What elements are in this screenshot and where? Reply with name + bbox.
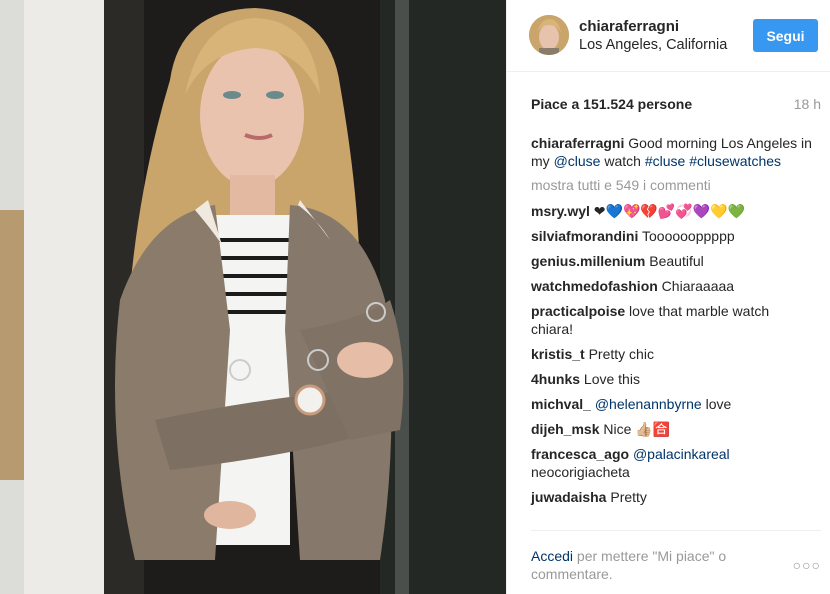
comment-username[interactable]: juwadaisha bbox=[531, 489, 606, 505]
comment-item: francesca_ago @palacinkareal neocorigiac… bbox=[531, 445, 815, 481]
comment-username[interactable]: practicalpoise bbox=[531, 303, 625, 319]
comment-text: Nice 👍🏼🈴 bbox=[599, 421, 671, 437]
caption-username[interactable]: chiaraferragni bbox=[531, 135, 624, 151]
post-author-username[interactable]: chiaraferragni bbox=[579, 18, 679, 35]
post-location[interactable]: Los Angeles, California bbox=[579, 37, 727, 53]
comment-item: watchmedofashion Chiaraaaaa bbox=[531, 277, 815, 295]
login-link[interactable]: Accedi bbox=[531, 548, 573, 564]
comment-username[interactable]: michval_ bbox=[531, 396, 591, 412]
comment-item: 4hunks Love this bbox=[531, 370, 815, 388]
comment-text: Chiaraaaaa bbox=[657, 278, 735, 294]
post-footer: Accedi per mettere "Mi piace" o commenta… bbox=[531, 530, 821, 582]
comment-item: michval_ @helenannbyrne love bbox=[531, 395, 815, 413]
post-header: chiaraferragni Los Angeles, California S… bbox=[507, 0, 830, 72]
comments-list: chiaraferragni Good morning Los Angeles … bbox=[531, 134, 815, 513]
comment-item: practicalpoise love that marble watch ch… bbox=[531, 302, 815, 338]
comment-item: genius.millenium Beautiful bbox=[531, 252, 815, 270]
follow-button[interactable]: Segui bbox=[753, 19, 818, 52]
post-caption: chiaraferragni Good morning Los Angeles … bbox=[531, 134, 815, 170]
comment-text: Love this bbox=[580, 371, 640, 387]
comment-username[interactable]: 4hunks bbox=[531, 371, 580, 387]
comment-username[interactable]: dijeh_msk bbox=[531, 421, 599, 437]
caption-hashtag[interactable]: #cluse bbox=[645, 153, 685, 169]
likes-row: Piace a 151.524 persone 18 h bbox=[531, 96, 821, 114]
caption-hashtag-2[interactable]: #clusewatches bbox=[689, 153, 781, 169]
comment-item: msry.wyl ❤💙💖💔💕💞💜💛💚 bbox=[531, 202, 815, 220]
comment-username[interactable]: genius.millenium bbox=[531, 253, 645, 269]
show-all-comments-link[interactable]: mostra tutti e 549 i commenti bbox=[531, 176, 815, 194]
comment-text: neocorigiacheta bbox=[531, 464, 630, 480]
post-timestamp[interactable]: 18 h bbox=[794, 96, 821, 112]
login-prompt: Accedi per mettere "Mi piace" o commenta… bbox=[531, 547, 761, 583]
comment-text: ❤💙💖💔💕💞💜💛💚 bbox=[589, 203, 745, 219]
comment-item: silviafmorandini Tooooooppppp bbox=[531, 227, 815, 245]
post-photo[interactable] bbox=[0, 0, 506, 594]
comment-item: kristis_t Pretty chic bbox=[531, 345, 815, 363]
comment-text: love bbox=[701, 396, 732, 412]
profile-avatar[interactable] bbox=[529, 15, 569, 55]
more-options-icon[interactable]: ○○○ bbox=[793, 557, 821, 573]
comment-text: Tooooooppppp bbox=[638, 228, 735, 244]
comment-username[interactable]: kristis_t bbox=[531, 346, 585, 362]
post-details-panel: chiaraferragni Los Angeles, California S… bbox=[506, 0, 830, 594]
likes-count[interactable]: Piace a 151.524 persone bbox=[531, 96, 692, 112]
comment-username[interactable]: watchmedofashion bbox=[531, 278, 658, 294]
comment-text: Pretty bbox=[606, 489, 647, 505]
comment-text: Beautiful bbox=[645, 253, 704, 269]
comment-username[interactable]: silviafmorandini bbox=[531, 228, 638, 244]
comment-username[interactable]: msry.wyl bbox=[531, 203, 590, 219]
caption-mention[interactable]: @cluse bbox=[554, 153, 601, 169]
comment-username[interactable]: francesca_ago bbox=[531, 446, 629, 462]
comment-mention[interactable]: @palacinkareal bbox=[629, 446, 730, 462]
comment-item: juwadaisha Pretty bbox=[531, 488, 815, 506]
comment-mention[interactable]: @helenannbyrne bbox=[591, 396, 702, 412]
caption-text-2: watch bbox=[600, 153, 645, 169]
comment-item: dijeh_msk Nice 👍🏼🈴 bbox=[531, 420, 815, 438]
comment-text: Pretty chic bbox=[584, 346, 654, 362]
